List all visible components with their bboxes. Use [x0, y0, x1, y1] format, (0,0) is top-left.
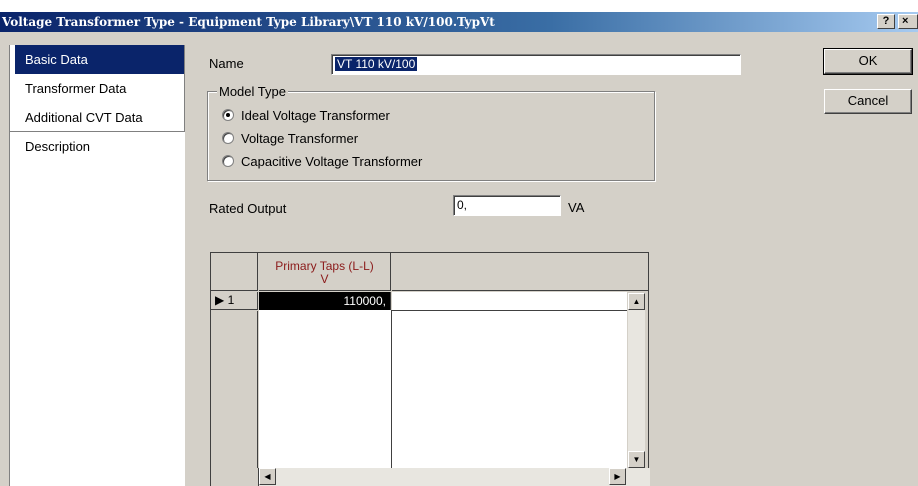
table-empty-area — [392, 292, 627, 468]
row-header[interactable]: ▶ 1 — [211, 292, 258, 310]
radio-label: Capacitive Voltage Transformer — [241, 153, 423, 169]
nav-item-description[interactable]: Description — [10, 132, 185, 161]
scroll-right-icon[interactable]: ▶ — [609, 468, 626, 485]
primary-taps-column-body — [259, 310, 392, 468]
nav-item-transformer-data[interactable]: Transformer Data — [10, 74, 185, 103]
radio-label: Ideal Voltage Transformer — [241, 107, 390, 123]
rated-output-label: Rated Output — [209, 201, 287, 216]
primary-taps-table: Primary Taps (L-L) V ▶ 1 110000, ▲ ▼ ◀ ▶ — [210, 252, 650, 486]
scroll-left-icon[interactable]: ◀ — [259, 468, 276, 485]
name-field[interactable]: VT 110 kV/100 — [331, 54, 741, 75]
ok-button[interactable]: OK — [823, 48, 913, 75]
nav-item-basic-data[interactable]: Basic Data — [15, 45, 185, 74]
table-corner — [211, 253, 258, 291]
radio-unselected-icon — [222, 132, 234, 144]
horizontal-scrollbar[interactable]: ◀ ▶ — [259, 468, 650, 486]
row-header-filler — [211, 311, 258, 486]
scroll-up-icon[interactable]: ▲ — [628, 293, 645, 310]
name-value: VT 110 kV/100 — [335, 57, 418, 71]
column-header-primary-taps[interactable]: Primary Taps (L-L) V — [259, 253, 391, 291]
row-divider — [392, 310, 627, 311]
scroll-corner — [211, 468, 259, 486]
vertical-scrollbar[interactable]: ▲ ▼ — [628, 293, 645, 468]
nav-item-additional-cvt-data[interactable]: Additional CVT Data — [10, 103, 185, 132]
radio-voltage-transformer[interactable]: Voltage Transformer — [222, 129, 358, 147]
radio-selected-icon — [222, 109, 234, 121]
radio-label: Voltage Transformer — [241, 130, 359, 146]
close-button[interactable]: × — [898, 14, 918, 29]
name-label: Name — [209, 56, 244, 71]
top-strip — [0, 0, 918, 12]
radio-capacitive-voltage-transformer[interactable]: Capacitive Voltage Transformer — [222, 152, 422, 170]
radio-ideal-voltage-transformer[interactable]: Ideal Voltage Transformer — [222, 106, 390, 124]
rated-output-unit: VA — [568, 200, 585, 215]
table-cell-primary-taps[interactable]: 110000, — [259, 292, 391, 310]
page-navigation: Basic Data Transformer Data Additional C… — [9, 45, 185, 486]
voltage-transformer-type-dialog: Voltage Transformer Type - Equipment Typ… — [0, 0, 918, 486]
scroll-down-icon[interactable]: ▼ — [628, 451, 645, 468]
rated-output-field[interactable]: 0, — [453, 195, 561, 216]
window-title: Voltage Transformer Type - Equipment Typ… — [0, 12, 918, 32]
help-button[interactable]: ? — [877, 14, 895, 29]
model-type-title: Model Type — [217, 84, 288, 99]
radio-unselected-icon — [222, 155, 234, 167]
cancel-button[interactable]: Cancel — [824, 89, 912, 114]
column-header-unit: V — [320, 272, 329, 286]
header-filler — [392, 253, 648, 291]
